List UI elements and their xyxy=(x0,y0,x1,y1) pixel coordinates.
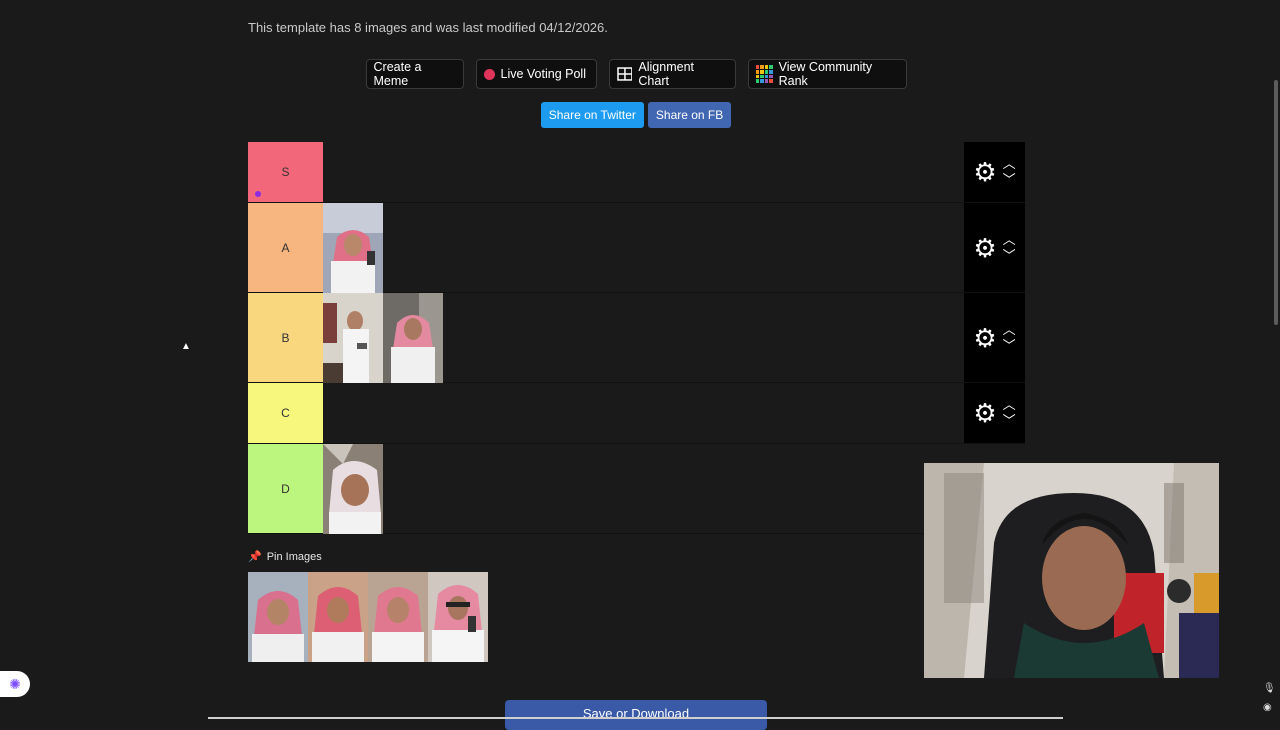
person-photo xyxy=(323,203,383,293)
chevron-down-icon[interactable]: ﹀ xyxy=(1003,173,1016,186)
tier-move-arrows: ︿ ﹀ xyxy=(1003,323,1016,352)
tier-label-text: S xyxy=(281,165,290,179)
divider xyxy=(208,717,1063,719)
chevron-down-icon[interactable]: ﹀ xyxy=(1003,339,1016,352)
person-photo xyxy=(368,572,428,662)
save-download-button[interactable]: Save or Download xyxy=(505,700,767,730)
pool-image[interactable] xyxy=(368,572,428,662)
tier-image[interactable] xyxy=(383,293,443,383)
tier-label-s[interactable]: S xyxy=(248,142,323,202)
scroll-thumb[interactable] xyxy=(1274,80,1278,325)
tier-items-a[interactable] xyxy=(323,203,964,293)
tier-move-arrows: ︿ ﹀ xyxy=(1003,233,1016,262)
pool-image[interactable] xyxy=(308,572,368,662)
tier-move-arrows: ︿ ﹀ xyxy=(1003,398,1016,427)
tier-row-a: A ⚙ ︿ ﹀ xyxy=(248,203,1025,293)
chevron-up-icon[interactable]: ︿ xyxy=(1003,398,1016,411)
tier-items-s[interactable] xyxy=(323,142,964,202)
create-meme-button[interactable]: Create a Meme xyxy=(365,59,464,89)
tier-label-text: A xyxy=(281,240,290,255)
tier-row-c: C ⚙ ︿ ﹀ xyxy=(248,383,1025,444)
chevron-down-icon[interactable]: ﹀ xyxy=(1003,414,1016,427)
camera-icon[interactable]: ◉ xyxy=(1263,702,1272,713)
tier-row-b: B ⚙ ︿ ﹀ xyxy=(248,293,1025,383)
tier-move-arrows: ︿ ﹀ xyxy=(1003,157,1016,186)
tier-row-d: D xyxy=(248,444,1025,534)
person-photo xyxy=(323,444,383,534)
gear-icon[interactable]: ⚙ xyxy=(973,159,996,185)
pool-image[interactable] xyxy=(248,572,308,662)
tier-label-text: B xyxy=(281,330,290,345)
live-voting-poll-label: Live Voting Poll xyxy=(500,67,586,81)
webcam-overlay xyxy=(924,463,1219,678)
tier-label-d[interactable]: D xyxy=(248,444,323,533)
chevron-down-icon[interactable]: ﹀ xyxy=(1003,249,1016,262)
person-photo xyxy=(383,293,443,383)
tier-image[interactable] xyxy=(323,293,383,383)
gear-icon[interactable]: ⚙ xyxy=(973,400,996,426)
tier-label-b[interactable]: B xyxy=(248,293,323,382)
webcam-person xyxy=(924,463,1219,678)
mosaic-icon xyxy=(755,65,773,83)
create-meme-label: Create a Meme xyxy=(373,60,422,88)
tier-controls-b: ⚙ ︿ ﹀ xyxy=(964,293,1025,382)
tier-label-a[interactable]: A xyxy=(248,203,323,292)
tier-controls-c: ⚙ ︿ ﹀ xyxy=(964,383,1025,443)
tier-row-s: S ⚙ ︿ ﹀ xyxy=(248,142,1025,203)
alignment-chart-label: Alignment Chart xyxy=(638,60,694,88)
share-buttons: Share on Twitter Share on FB xyxy=(0,102,1272,128)
mouse-cursor-icon: ▲ xyxy=(181,341,191,352)
tier-controls-a: ⚙ ︿ ﹀ xyxy=(964,203,1025,292)
tier-image[interactable] xyxy=(323,203,383,293)
brain-icon[interactable]: ✺ xyxy=(0,671,30,697)
pin-icon: 📌 xyxy=(248,551,262,563)
mic-icon[interactable]: 🎙 xyxy=(1263,683,1276,694)
template-info: This template has 8 images and was last … xyxy=(248,20,608,35)
action-buttons: Create a Meme Live Voting Poll Alignment… xyxy=(0,59,1272,89)
person-photo xyxy=(248,572,308,662)
drag-indicator xyxy=(255,191,261,197)
pin-images-label[interactable]: 📌 Pin Images xyxy=(248,550,322,564)
tier-items-b[interactable] xyxy=(323,293,964,383)
gear-icon[interactable]: ⚙ xyxy=(973,235,996,261)
red-dot-icon xyxy=(483,68,495,80)
unranked-images xyxy=(248,572,488,662)
chevron-up-icon[interactable]: ︿ xyxy=(1003,233,1016,246)
tier-label-c[interactable]: C xyxy=(248,383,323,443)
tier-label-text: C xyxy=(281,406,290,420)
share-fb-button[interactable]: Share on FB xyxy=(647,102,732,128)
alignment-chart-button[interactable]: Alignment Chart xyxy=(608,59,736,89)
view-community-rank-label: View Community Rank xyxy=(778,60,873,88)
share-twitter-button[interactable]: Share on Twitter xyxy=(540,102,644,128)
gear-icon[interactable]: ⚙ xyxy=(973,325,996,351)
live-voting-poll-button[interactable]: Live Voting Poll xyxy=(475,59,597,89)
tier-items-d[interactable] xyxy=(323,444,964,534)
tier-image[interactable] xyxy=(323,444,383,534)
view-community-rank-button[interactable]: View Community Rank xyxy=(747,59,907,89)
pool-image[interactable] xyxy=(428,572,488,662)
chevron-up-icon[interactable]: ︿ xyxy=(1003,323,1016,336)
tier-list: S ⚙ ︿ ﹀ A ⚙ ︿ ﹀ B ⚙ ︿ ﹀ C ⚙ ︿ ﹀ D xyxy=(248,142,1025,534)
tier-controls-s: ⚙ ︿ ﹀ xyxy=(964,142,1025,202)
person-photo xyxy=(308,572,368,662)
pin-images-text: Pin Images xyxy=(266,550,322,563)
grid-icon xyxy=(616,67,633,81)
chevron-up-icon[interactable]: ︿ xyxy=(1003,157,1016,170)
person-photo xyxy=(428,572,488,662)
scrollbar[interactable] xyxy=(1272,0,1280,720)
tier-items-c[interactable] xyxy=(323,383,964,443)
tier-label-text: D xyxy=(281,481,290,496)
person-photo xyxy=(323,293,383,383)
